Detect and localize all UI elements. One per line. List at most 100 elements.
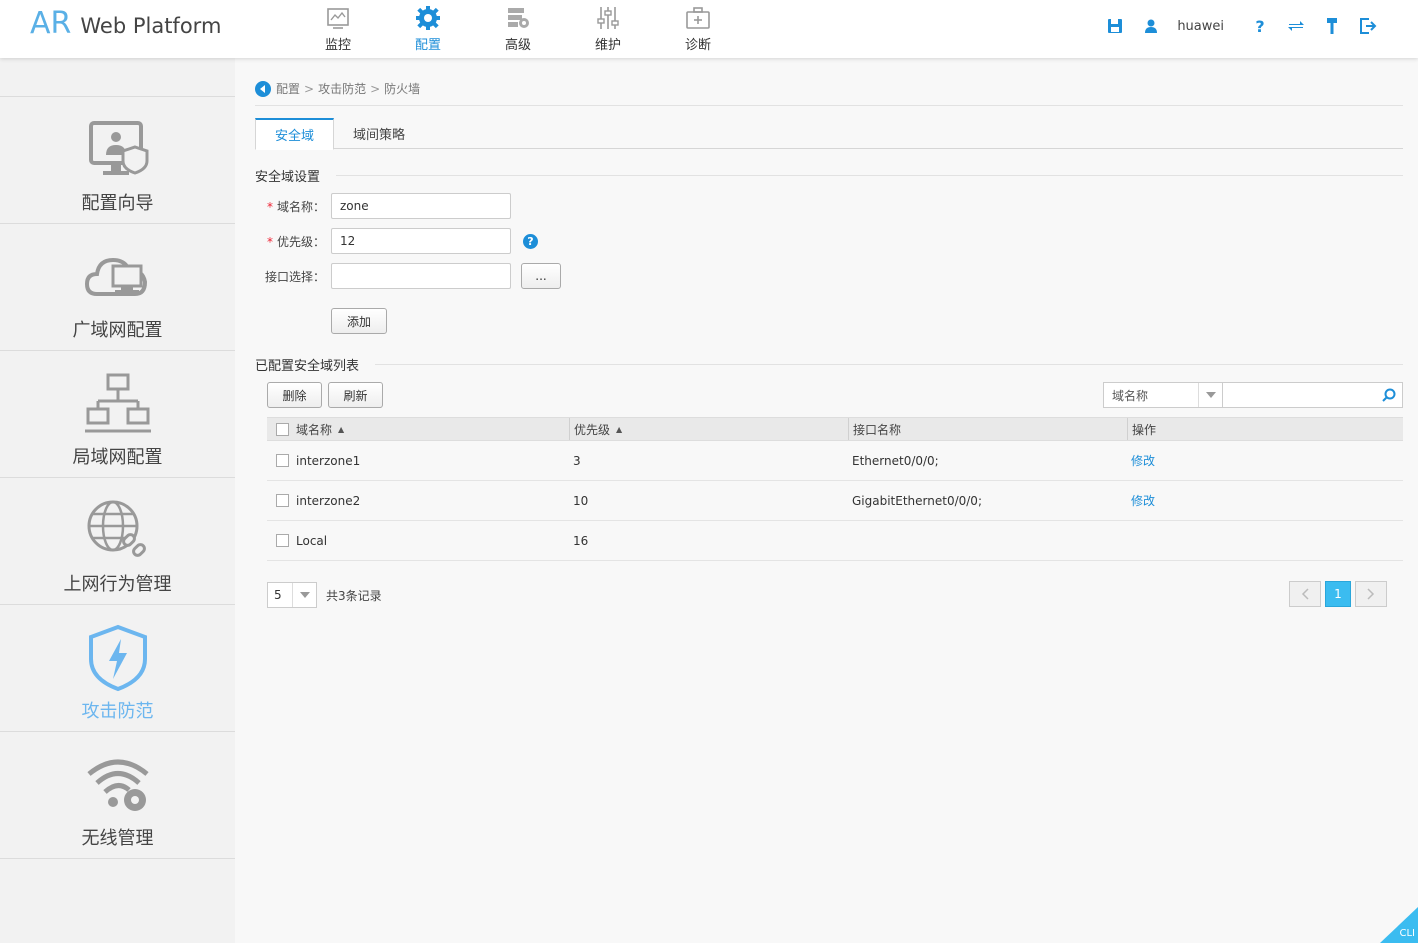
add-button[interactable]: 添加 xyxy=(331,308,387,334)
tools-button[interactable] xyxy=(1322,16,1342,36)
row-checkbox[interactable] xyxy=(275,534,289,547)
zone-name-input[interactable] xyxy=(331,193,511,219)
name-label: 域名称： xyxy=(276,199,325,214)
switch-button[interactable] xyxy=(1286,16,1306,36)
zone-list-section: 已配置安全域列表 xyxy=(255,355,1403,374)
tab-bar: 安全域 域间策略 xyxy=(255,118,1403,150)
cli-corner-button[interactable]: CLI xyxy=(1380,907,1418,943)
breadcrumb-item[interactable]: 配置 xyxy=(276,80,300,97)
header-toolbar: huawei ? xyxy=(1089,16,1378,36)
sidebar-item-behavior[interactable]: 上网行为管理 xyxy=(0,478,235,605)
col-action: 操作 xyxy=(1127,418,1403,440)
row-checkbox[interactable] xyxy=(275,454,289,467)
monitor-icon xyxy=(327,8,349,29)
breadcrumb: 配置 > 攻击防范 > 防火墙 xyxy=(255,80,420,97)
search-icon[interactable] xyxy=(1382,388,1396,402)
sidebar-item-config-wizard[interactable]: 配置向导 xyxy=(0,97,235,224)
row-checkbox-cell xyxy=(267,441,291,480)
select-all-checkbox[interactable] xyxy=(275,422,289,436)
config-wizard-icon xyxy=(88,121,148,175)
top-nav: 监控 配置 高级 维护 诊断 xyxy=(293,0,743,58)
topnav-label: 诊断 xyxy=(684,38,711,53)
sidebar-item-attack-defense[interactable]: 攻击防范 xyxy=(0,605,235,732)
topnav-config[interactable]: 配置 xyxy=(383,0,473,58)
interface-input[interactable] xyxy=(331,263,511,289)
field-label: * 域名称： xyxy=(255,198,331,215)
prev-page-button[interactable] xyxy=(1289,581,1321,607)
app-logo: AR Web Platform xyxy=(30,6,221,41)
form-row-interface: 接口选择： ... xyxy=(255,263,561,289)
chevron-left-icon xyxy=(1301,588,1309,600)
refresh-button[interactable]: 刷新 xyxy=(328,382,383,408)
next-page-button[interactable] xyxy=(1355,581,1387,607)
tab-interzone-policy[interactable]: 域间策略 xyxy=(334,118,424,149)
column-header: 域名称 xyxy=(296,422,333,437)
page-size-value: 5 xyxy=(274,588,282,602)
breadcrumb-item[interactable]: 攻击防范 xyxy=(318,80,366,97)
wifi-gear-icon xyxy=(86,759,149,811)
save-button[interactable] xyxy=(1105,16,1125,36)
edit-link[interactable]: 修改 xyxy=(1131,492,1155,509)
cell-priority: 3 xyxy=(573,453,581,468)
logo-ar: AR xyxy=(30,6,72,41)
page-button-current[interactable]: 1 xyxy=(1325,581,1351,607)
topnav-maintain[interactable]: 维护 xyxy=(563,0,653,58)
sidebar-item-wireless[interactable]: 无线管理 xyxy=(0,732,235,859)
breadcrumb-sep: > xyxy=(304,81,315,96)
breadcrumb-divider xyxy=(255,105,1403,106)
cell-interface xyxy=(848,521,1127,560)
row-checkbox[interactable] xyxy=(275,494,289,507)
cloud-computer-icon xyxy=(84,257,147,296)
field-label: * 优先级： xyxy=(255,233,331,250)
sidebar-label: 无线管理 xyxy=(81,828,154,849)
breadcrumb-sep: > xyxy=(370,81,381,96)
search-box: 域名称 xyxy=(1103,382,1403,408)
topnav-monitor[interactable]: 监控 xyxy=(293,0,383,58)
section-title: 已配置安全域列表 xyxy=(255,359,360,374)
chevron-right-icon xyxy=(1367,588,1375,600)
search-input[interactable] xyxy=(1223,382,1403,408)
back-arrow-icon xyxy=(260,84,265,93)
help-button[interactable]: ? xyxy=(1250,16,1270,36)
tab-security-zone[interactable]: 安全域 xyxy=(255,118,335,150)
row-checkbox-cell xyxy=(267,521,291,560)
advanced-icon xyxy=(508,8,529,28)
save-icon xyxy=(1108,19,1123,33)
chevron-down-icon xyxy=(292,583,316,607)
page-size-select[interactable]: 5 xyxy=(267,582,317,608)
required-mark: * xyxy=(266,199,273,214)
cell-priority: 10 xyxy=(573,493,589,508)
sidebar-item-wan[interactable]: 广域网配置 xyxy=(0,224,235,351)
sidebar-label: 局域网配置 xyxy=(72,447,163,468)
edit-link[interactable]: 修改 xyxy=(1131,452,1155,469)
col-priority[interactable]: 优先级 ▲ xyxy=(569,418,848,440)
globe-link-icon xyxy=(87,500,146,557)
topnav-label: 高级 xyxy=(504,38,531,53)
interface-browse-button[interactable]: ... xyxy=(521,263,561,289)
logout-button[interactable] xyxy=(1358,16,1378,36)
cell-interface: GigabitEthernet0/0/0; xyxy=(852,493,982,508)
topnav-advanced[interactable]: 高级 xyxy=(473,0,563,58)
priority-input[interactable] xyxy=(331,228,511,254)
help-question-icon[interactable]: ? xyxy=(523,233,538,249)
sidebar-label: 攻击防范 xyxy=(81,701,154,722)
question-icon: ? xyxy=(1255,17,1264,35)
topnav-diagnose[interactable]: 诊断 xyxy=(653,0,743,58)
sidebar-label: 广域网配置 xyxy=(72,320,163,341)
sidebar-item-lan[interactable]: 局域网配置 xyxy=(0,351,235,478)
col-name[interactable]: 域名称 ▲ xyxy=(291,418,569,440)
header-checkbox-cell xyxy=(267,418,291,440)
search-field-select[interactable]: 域名称 xyxy=(1103,382,1223,408)
table-row: interzone1 3 Ethernet0/0/0; 修改 xyxy=(267,441,1403,481)
zone-table: 域名称 ▲ 优先级 ▲ 接口名称 操作 interzone1 3 Ethernet0… xyxy=(267,417,1403,561)
pager-left: 5 共3条记录 xyxy=(267,582,382,608)
section-divider xyxy=(336,175,1403,176)
delete-button[interactable]: 删除 xyxy=(267,382,322,408)
back-button[interactable] xyxy=(255,80,271,97)
form-row-add: 添加 xyxy=(331,308,387,334)
column-header: 优先级 xyxy=(574,422,611,437)
section-divider xyxy=(375,364,1403,365)
main-content: 配置 > 攻击防范 > 防火墙 安全域 域间策略 安全域设置 *域名称： *优先… xyxy=(235,58,1418,943)
sidebar-label: 上网行为管理 xyxy=(63,574,172,595)
table-row: interzone2 10 GigabitEthernet0/0/0; 修改 xyxy=(267,481,1403,521)
